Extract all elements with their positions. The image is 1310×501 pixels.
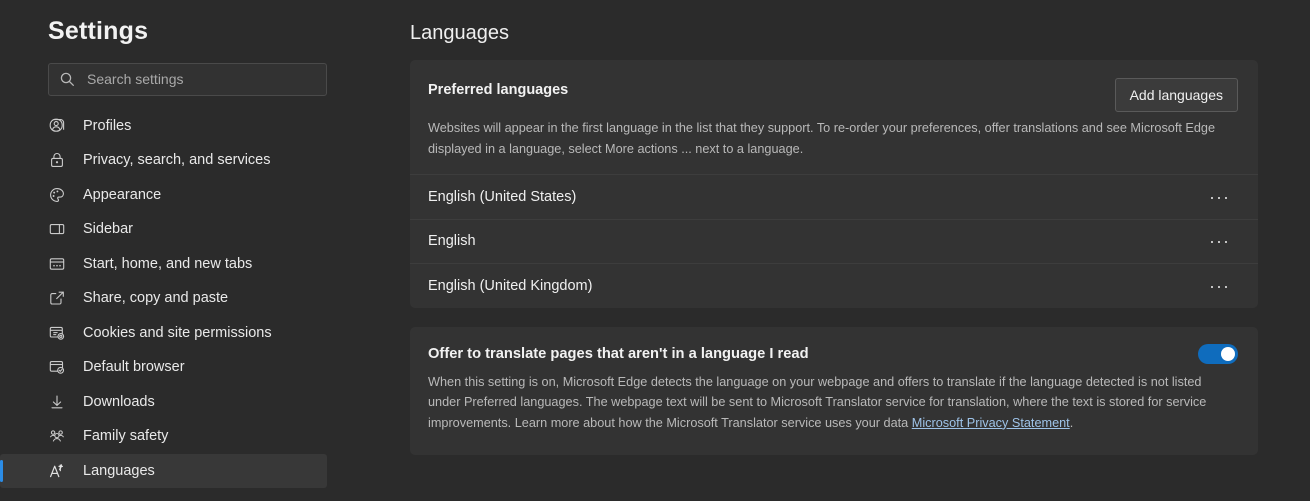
profile-icon (48, 117, 66, 135)
search-input[interactable] (87, 71, 316, 87)
offer-translate-description-tail: . (1070, 416, 1074, 430)
offer-translate-description: When this setting is on, Microsoft Edge … (410, 364, 1258, 452)
preferred-languages-card: Preferred languages Add languages Websit… (410, 60, 1258, 308)
sidebar-item-languages[interactable]: Languages (0, 454, 327, 489)
offer-translate-title: Offer to translate pages that aren't in … (428, 346, 809, 362)
page-title-settings: Settings (0, 0, 353, 46)
sidebar-item-privacy-search-services[interactable]: Privacy, search, and services (0, 143, 327, 178)
languages-content-pane: Languages Preferred languages Add langua… (353, 0, 1310, 501)
more-actions-button[interactable]: ··· (1203, 228, 1236, 254)
people-icon (48, 427, 66, 445)
sidebar-item-label: Family safety (83, 428, 168, 444)
language-name: English (428, 233, 476, 249)
search-icon (59, 71, 75, 87)
sidebar-item-default-browser[interactable]: Default browser (0, 350, 327, 385)
settings-sidebar: Settings Profiles (0, 0, 353, 501)
add-languages-button[interactable]: Add languages (1115, 78, 1238, 112)
lock-icon (48, 151, 66, 169)
sidebar-item-label: Appearance (83, 187, 161, 203)
preferred-languages-title: Preferred languages (428, 78, 568, 98)
cookies-gear-icon (48, 324, 66, 342)
sidebar-item-label: Start, home, and new tabs (83, 256, 252, 272)
more-actions-button[interactable]: ··· (1203, 184, 1236, 210)
sidebar-item-start-home-new-tabs[interactable]: Start, home, and new tabs (0, 247, 327, 282)
language-name: English (United States) (428, 189, 576, 205)
sidebar-item-label: Sidebar (83, 221, 133, 237)
sidebar-item-label: Languages (83, 463, 155, 479)
language-name: English (United Kingdom) (428, 278, 592, 294)
sidebar-item-label: Profiles (83, 118, 131, 134)
sidebar-item-cookies-site-permissions[interactable]: Cookies and site permissions (0, 316, 327, 351)
download-arrow-icon (48, 393, 66, 411)
more-actions-button[interactable]: ··· (1203, 273, 1236, 299)
sidebar-item-label: Cookies and site permissions (83, 325, 272, 341)
settings-nav-list: Profiles Privacy, search, and services (0, 109, 353, 489)
sidebar-item-label: Share, copy and paste (83, 290, 228, 306)
language-row[interactable]: English ··· (410, 220, 1258, 264)
sidebar-item-label: Downloads (83, 394, 155, 410)
share-icon (48, 289, 66, 307)
sidebar-item-label: Default browser (83, 359, 185, 375)
browser-check-icon (48, 358, 66, 376)
page-title: Languages (353, 0, 1310, 44)
preferred-languages-description: Websites will appear in the first langua… (410, 112, 1258, 174)
sidebar-item-label: Privacy, search, and services (83, 152, 271, 168)
translate-icon (48, 462, 66, 480)
language-row[interactable]: English (United Kingdom) ··· (410, 264, 1258, 308)
offer-translate-card: Offer to translate pages that aren't in … (410, 327, 1258, 456)
microsoft-privacy-statement-link[interactable]: Microsoft Privacy Statement (912, 416, 1070, 430)
sidebar-item-family-safety[interactable]: Family safety (0, 419, 327, 454)
sidebar-item-profiles[interactable]: Profiles (0, 109, 327, 144)
offer-translate-toggle[interactable] (1198, 344, 1238, 364)
sidebar-item-downloads[interactable]: Downloads (0, 385, 327, 420)
sidebar-panel-icon (48, 220, 66, 238)
sidebar-item-share-copy-paste[interactable]: Share, copy and paste (0, 281, 327, 316)
offer-translate-description-text: When this setting is on, Microsoft Edge … (428, 375, 1206, 430)
palette-icon (48, 186, 66, 204)
language-row[interactable]: English (United States) ··· (410, 175, 1258, 219)
sidebar-item-appearance[interactable]: Appearance (0, 178, 327, 213)
toggle-knob (1221, 347, 1235, 361)
search-settings-box[interactable] (48, 63, 327, 96)
offer-translate-header: Offer to translate pages that aren't in … (410, 327, 1258, 364)
browser-window-icon (48, 255, 66, 273)
preferred-languages-header: Preferred languages Add languages (410, 60, 1258, 112)
sidebar-item-sidebar[interactable]: Sidebar (0, 212, 327, 247)
settings-window: Settings Profiles (0, 0, 1310, 501)
